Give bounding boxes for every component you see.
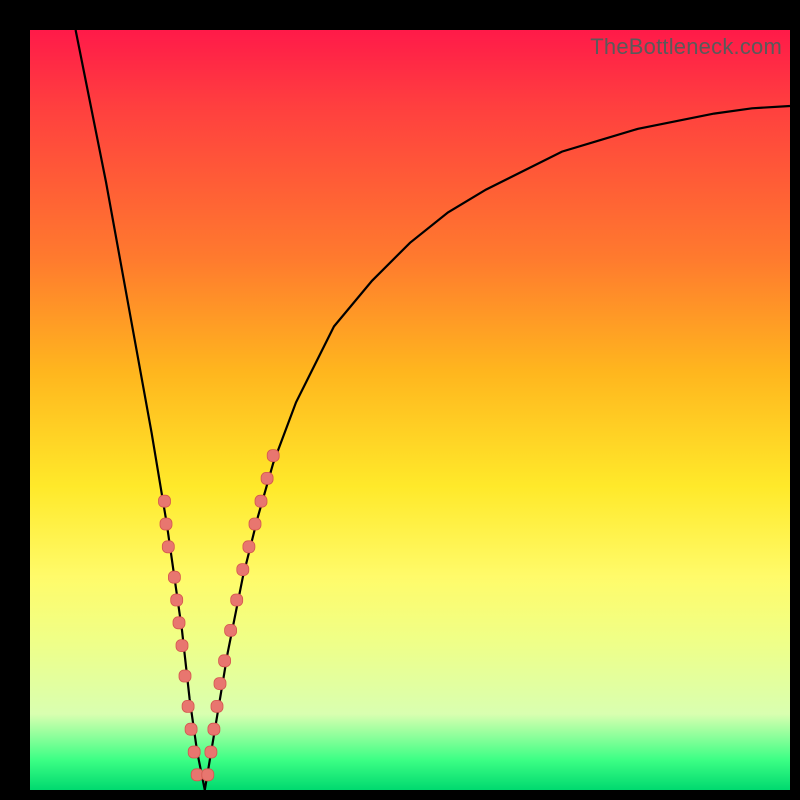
marker-dot: [171, 594, 183, 606]
marker-dot: [211, 700, 223, 712]
marker-dot: [191, 769, 203, 781]
marker-dot: [162, 541, 174, 553]
marker-dot: [202, 769, 214, 781]
marker-dot: [182, 700, 194, 712]
marker-dot: [159, 495, 171, 507]
marker-dot: [176, 640, 188, 652]
markers-left: [159, 495, 204, 781]
marker-dot: [188, 746, 200, 758]
marker-dot: [243, 541, 255, 553]
curve-svg: [30, 30, 790, 790]
markers-right: [202, 450, 279, 781]
marker-dot: [225, 624, 237, 636]
marker-dot: [185, 723, 197, 735]
marker-dot: [219, 655, 231, 667]
marker-dot: [214, 678, 226, 690]
marker-dot: [237, 564, 249, 576]
marker-dot: [267, 450, 279, 462]
marker-dot: [205, 746, 217, 758]
marker-dot: [173, 617, 185, 629]
marker-dot: [249, 518, 261, 530]
plot-area: TheBottleneck.com: [30, 30, 790, 790]
marker-dot: [255, 495, 267, 507]
marker-dot: [231, 594, 243, 606]
marker-dot: [261, 472, 273, 484]
marker-dot: [168, 571, 180, 583]
marker-dot: [179, 670, 191, 682]
marker-dot: [208, 723, 220, 735]
chart-frame: TheBottleneck.com: [0, 0, 800, 800]
marker-dot: [160, 518, 172, 530]
